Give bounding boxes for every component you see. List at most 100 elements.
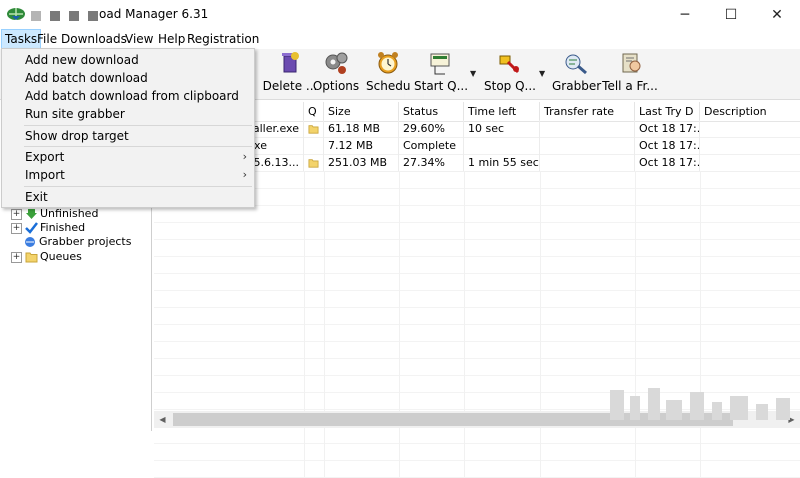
column-gridline [399, 171, 400, 188]
column-gridline [700, 205, 701, 222]
grabber-button[interactable]: Grabber [552, 49, 601, 99]
column-gridline [464, 307, 465, 324]
column-gridline [399, 426, 400, 443]
column-gridline [304, 341, 305, 358]
empty-table-row [154, 324, 800, 342]
expand-toggle-icon[interactable]: + [11, 208, 22, 220]
cell-transfer-rate [540, 120, 635, 137]
column-gridline [635, 171, 636, 188]
stop-queue-button[interactable]: Stop Q... [484, 49, 536, 99]
scheduler-button[interactable]: Schedu [366, 49, 410, 99]
column-header-q[interactable]: Q [304, 102, 324, 121]
tree-label: Grabber projects [39, 235, 132, 248]
alarm-clock-icon [378, 52, 398, 74]
column-gridline [324, 341, 325, 358]
column-gridline [464, 460, 465, 477]
column-gridline [635, 341, 636, 358]
column-gridline [324, 171, 325, 188]
column-gridline [464, 426, 465, 443]
column-gridline [635, 460, 636, 477]
cell-status: 29.60% [399, 120, 464, 137]
start-queue-button[interactable]: Start Q... [414, 49, 468, 99]
menu-item-add-new-download[interactable]: Add new download [3, 51, 253, 69]
column-gridline [464, 222, 465, 239]
column-gridline [540, 443, 541, 460]
column-gridline [540, 392, 541, 409]
expand-toggle-icon[interactable]: + [11, 251, 22, 263]
column-header-time-left[interactable]: Time left [464, 102, 540, 121]
column-header-size[interactable]: Size [324, 102, 399, 121]
menu-item-show-drop-target[interactable]: Show drop target [3, 127, 253, 145]
close-button[interactable]: ✕ [754, 0, 800, 30]
menu-item-run-site-grabber[interactable]: Run site grabber [3, 105, 253, 123]
cell-q [304, 137, 324, 154]
title-bar: oad Manager 6.31 ─ ☐ ✕ [0, 0, 800, 30]
expand-toggle-icon[interactable]: + [11, 222, 22, 234]
column-header-description[interactable]: Description [700, 102, 800, 121]
menu-separator [24, 186, 252, 187]
column-gridline [700, 443, 701, 460]
column-gridline [700, 188, 701, 205]
tell-a-friend-button[interactable]: Tell a Fr... [602, 49, 658, 99]
column-gridline [635, 239, 636, 256]
empty-table-row [154, 460, 800, 478]
menu-item-add-batch-download[interactable]: Add batch download [3, 69, 253, 87]
column-gridline [304, 290, 305, 307]
column-header-last-try[interactable]: Last Try D [635, 102, 700, 121]
column-gridline [399, 324, 400, 341]
start-queue-dropdown-arrow[interactable]: ▼ [470, 69, 476, 78]
column-gridline [324, 256, 325, 273]
options-button[interactable]: Options [312, 49, 360, 99]
column-gridline [304, 188, 305, 205]
empty-table-row [154, 222, 800, 240]
column-gridline [399, 290, 400, 307]
column-header-transfer-rate[interactable]: Transfer rate [540, 102, 635, 121]
column-gridline [540, 307, 541, 324]
menu-file[interactable]: File [34, 30, 60, 49]
column-gridline [635, 443, 636, 460]
column-gridline [464, 273, 465, 290]
gears-icon [325, 52, 348, 74]
column-gridline [540, 341, 541, 358]
column-gridline [399, 392, 400, 409]
cell-transfer-rate [540, 137, 635, 154]
column-gridline [304, 239, 305, 256]
stop-queue-label: Stop Q... [484, 79, 536, 93]
menu-downloads[interactable]: Downloads [58, 30, 130, 49]
column-gridline [540, 205, 541, 222]
column-gridline [304, 392, 305, 409]
cell-size: 251.03 MB [324, 154, 399, 171]
column-header-status[interactable]: Status [399, 102, 464, 121]
tree-item-queues[interactable]: + Queues [11, 249, 82, 264]
column-gridline [464, 171, 465, 188]
column-gridline [399, 188, 400, 205]
column-gridline [700, 358, 701, 375]
empty-table-row [154, 256, 800, 274]
tree-item-unfinished[interactable]: + Unfinished [11, 206, 98, 221]
stop-queue-dropdown-arrow[interactable]: ▼ [539, 69, 545, 78]
menu-item-export[interactable]: Export › [3, 148, 253, 166]
cell-transfer-rate [540, 154, 635, 171]
column-gridline [540, 188, 541, 205]
column-gridline [399, 358, 400, 375]
column-gridline [399, 256, 400, 273]
column-gridline [399, 205, 400, 222]
column-gridline [540, 460, 541, 477]
column-gridline [324, 443, 325, 460]
menu-item-add-batch-from-clipboard[interactable]: Add batch download from clipboard [3, 87, 253, 105]
menu-view[interactable]: View [122, 30, 156, 49]
tree-item-grabber-projects[interactable]: Grabber projects [24, 234, 131, 249]
column-gridline [324, 375, 325, 392]
folder-icon [308, 125, 319, 134]
delete-icon [282, 52, 299, 73]
scroll-left-icon[interactable]: ◀ [154, 411, 171, 428]
maximize-button[interactable]: ☐ [708, 0, 754, 30]
menu-item-import[interactable]: Import › [3, 166, 253, 184]
tree-item-finished[interactable]: + Finished [11, 220, 85, 235]
empty-table-row [154, 239, 800, 257]
menu-item-exit[interactable]: Exit [3, 188, 253, 206]
minimize-button[interactable]: ─ [662, 0, 708, 30]
column-gridline [700, 273, 701, 290]
menu-registration[interactable]: Registration [184, 30, 262, 49]
submenu-arrow-icon: › [242, 168, 247, 181]
